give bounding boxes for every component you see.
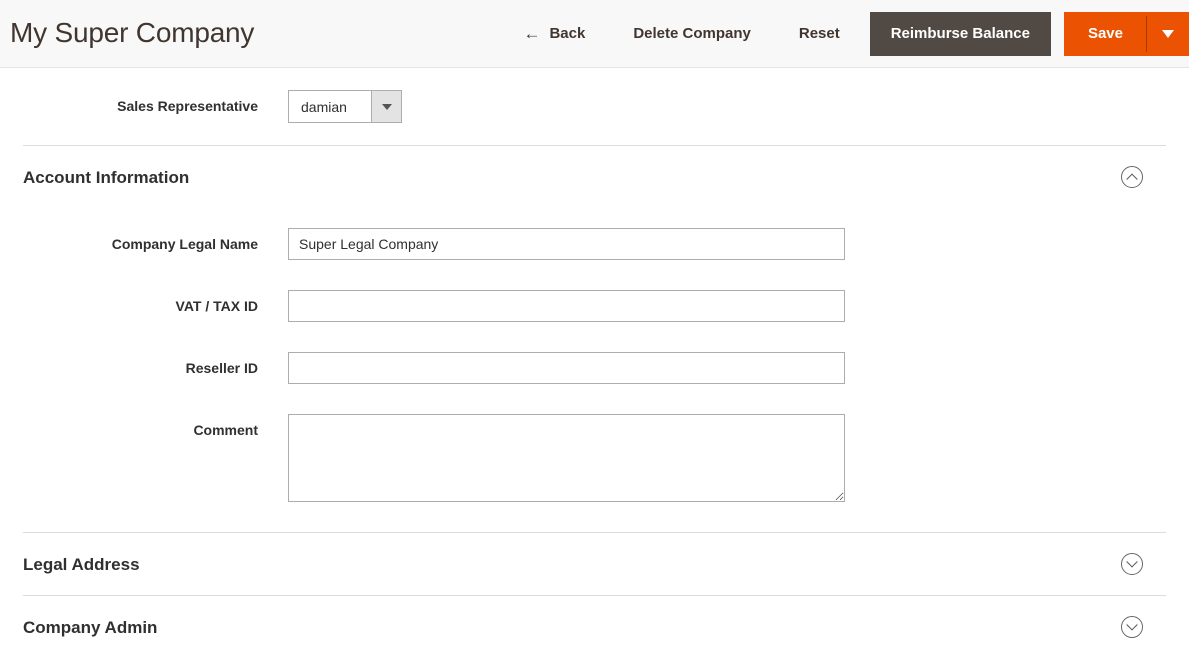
section-body-account-information: Company Legal Name VAT / TAX ID Reseller… (23, 208, 1166, 532)
form-content: Sales Representative damian Account Info… (0, 68, 1189, 658)
section-title-account-information: Account Information (23, 167, 190, 187)
select-arrow[interactable] (371, 91, 401, 122)
section-header-legal-address[interactable]: Legal Address (23, 533, 1166, 595)
caret-down-icon (1162, 29, 1174, 38)
sales-representative-select[interactable]: damian (288, 90, 402, 123)
vat-tax-id-control (288, 290, 1166, 322)
field-row-vat-tax-id: VAT / TAX ID (23, 290, 1166, 322)
back-button[interactable]: ← Back (499, 0, 609, 67)
save-split-button: Save (1063, 11, 1189, 56)
section-title-legal-address: Legal Address (23, 554, 140, 574)
reseller-id-label: Reseller ID (185, 360, 258, 376)
section-company-admin: Company Admin (23, 595, 1166, 658)
field-row-reseller-id: Reseller ID (23, 352, 1166, 384)
sales-representative-label: Sales Representative (117, 98, 258, 114)
reimburse-balance-button[interactable]: Reimburse Balance (869, 11, 1051, 56)
field-row-company-legal-name: Company Legal Name (23, 228, 1166, 260)
section-header-company-admin[interactable]: Company Admin (23, 596, 1166, 658)
save-options-toggle[interactable] (1147, 11, 1189, 56)
page-header: My Super Company ← Back Delete Company R… (0, 0, 1189, 68)
vat-tax-id-label: VAT / TAX ID (175, 298, 258, 314)
reseller-id-input[interactable] (288, 352, 845, 384)
company-legal-name-input[interactable] (288, 228, 845, 260)
chevron-down-circle-icon[interactable] (1121, 553, 1143, 575)
company-legal-name-control (288, 228, 1166, 260)
back-button-label: Back (549, 25, 586, 42)
reset-button[interactable]: Reset (775, 0, 864, 67)
section-legal-address: Legal Address (23, 532, 1166, 595)
sales-representative-value: damian (289, 91, 371, 122)
caret-down-icon (381, 103, 392, 110)
arrow-left-icon: ← (523, 24, 541, 43)
comment-label: Comment (193, 422, 258, 438)
page-title: My Super Company (10, 16, 255, 48)
reseller-id-control (288, 352, 1166, 384)
header-actions: ← Back Delete Company Reset Reimburse Ba… (499, 0, 1189, 67)
chevron-down-circle-icon[interactable] (1121, 616, 1143, 638)
company-legal-name-label: Company Legal Name (111, 236, 258, 252)
comment-textarea[interactable] (288, 414, 845, 502)
section-account-information: Account Information Company Legal Name V… (23, 145, 1166, 532)
section-title-company-admin: Company Admin (23, 617, 158, 637)
sales-representative-control: damian (288, 90, 1166, 123)
delete-company-button[interactable]: Delete Company (609, 0, 775, 67)
field-row-comment: Comment (23, 414, 1166, 502)
sales-representative-row: Sales Representative damian (23, 68, 1166, 145)
section-header-account-information[interactable]: Account Information (23, 146, 1166, 208)
comment-control (288, 414, 1166, 502)
vat-tax-id-input[interactable] (288, 290, 845, 322)
save-button[interactable]: Save (1063, 11, 1148, 56)
chevron-up-circle-icon[interactable] (1121, 166, 1143, 188)
